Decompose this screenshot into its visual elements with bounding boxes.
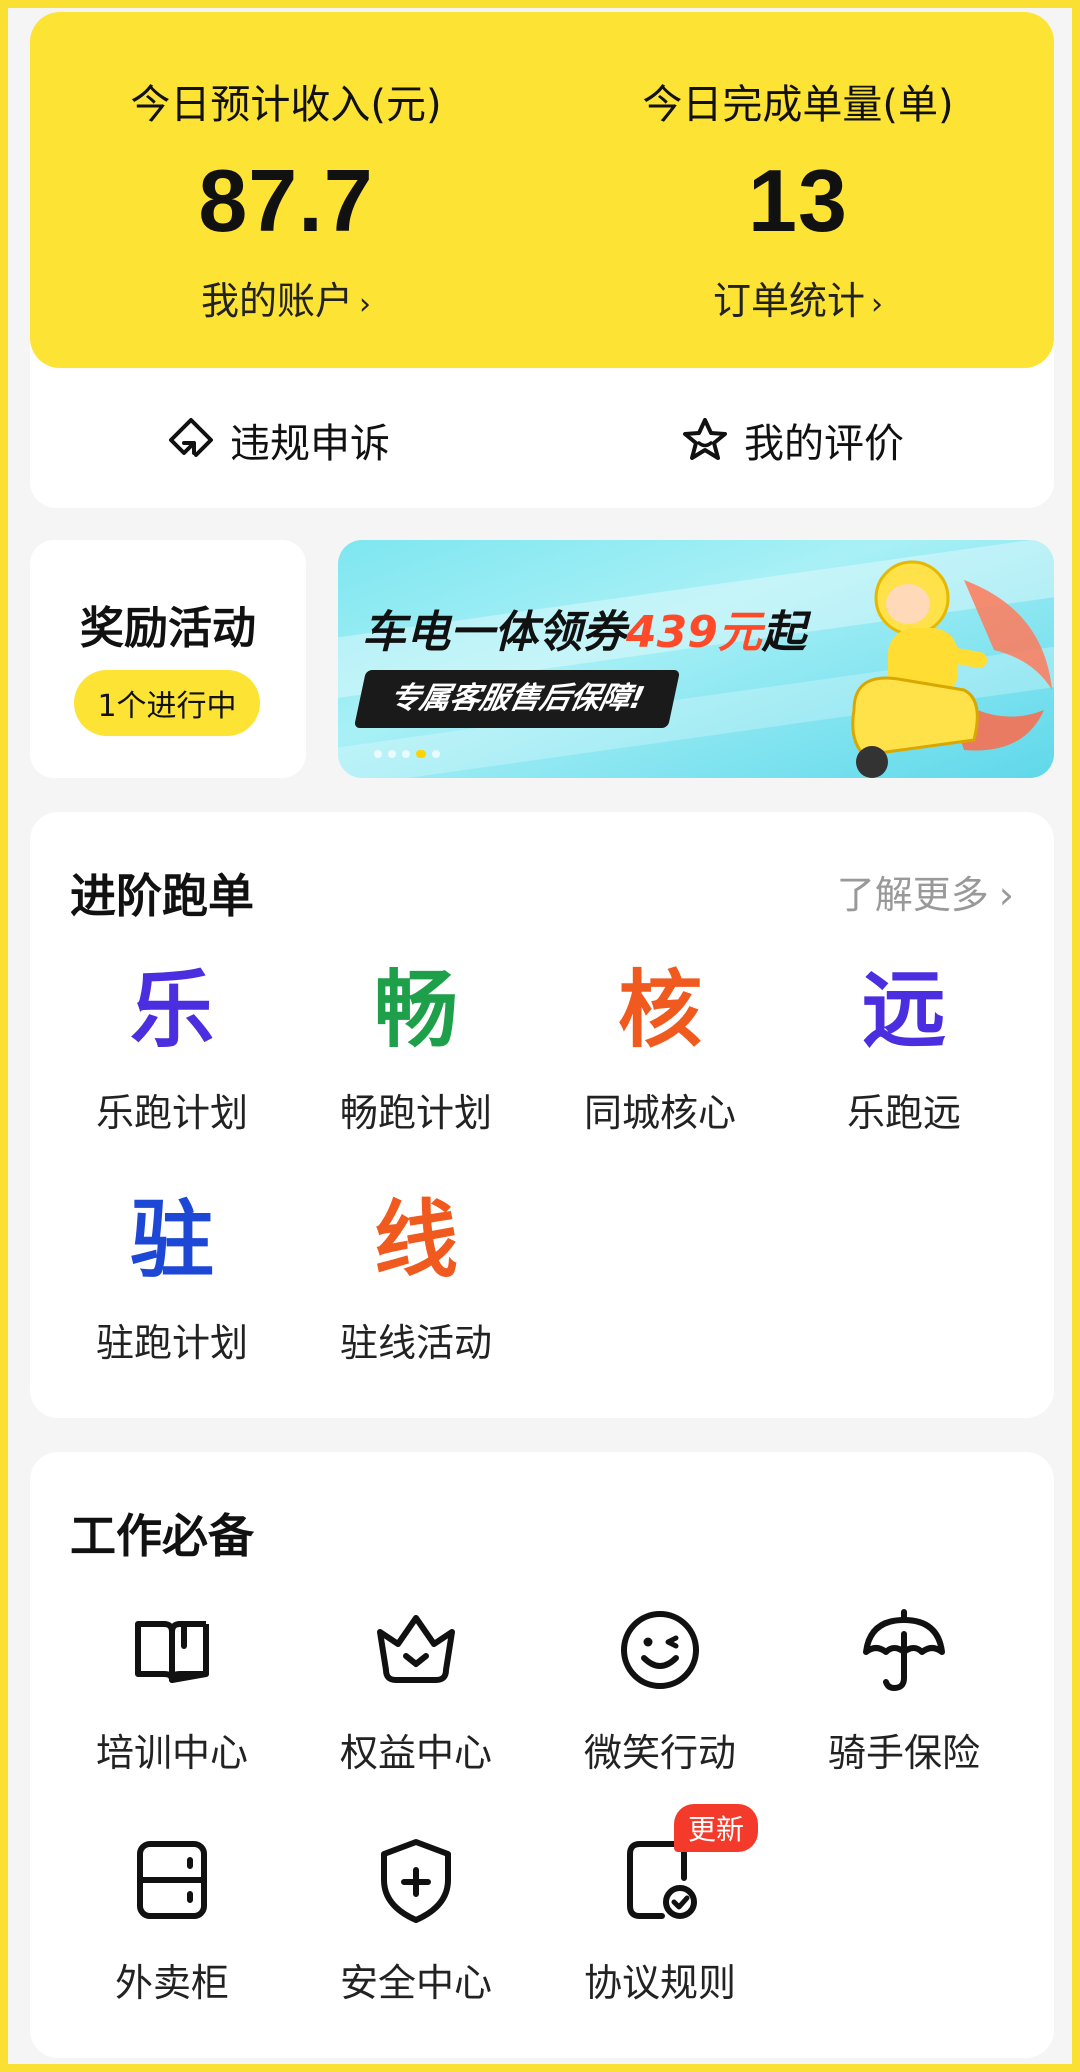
- umbrella-icon: [863, 1609, 945, 1692]
- grid-item-le-run-plan[interactable]: 乐 乐跑计划: [52, 960, 292, 1135]
- grid-item-safety-center[interactable]: 安全中心: [296, 1830, 536, 2005]
- order-stats-link[interactable]: 订单统计 ›: [542, 270, 1054, 325]
- income-stat[interactable]: 今日预计收入(元) 87.7 我的账户 ›: [30, 12, 542, 368]
- my-account-link[interactable]: 我的账户 ›: [30, 270, 542, 325]
- zhu-glyph-icon: 驻: [129, 1191, 214, 1289]
- appeal-label: 违规申诉: [230, 421, 390, 467]
- grid-item-delivery-locker[interactable]: 外卖柜: [52, 1830, 292, 2005]
- grid-item-rider-insurance[interactable]: 骑手保险: [784, 1600, 1024, 1775]
- book-icon: [135, 1621, 209, 1683]
- rider-illustration: [851, 560, 1052, 778]
- stats-card: 今日预计收入(元) 87.7 我的账户 › 今日完成单量(单) 13 订单统计 ›: [30, 12, 1054, 368]
- page-dot: [402, 750, 410, 758]
- page-dot: [432, 750, 440, 758]
- le-glyph-icon: 乐: [129, 961, 214, 1059]
- locker-icon: [137, 1841, 207, 1919]
- page-dot: [374, 750, 382, 758]
- grid-item-smile-action[interactable]: 微笑行动: [540, 1600, 780, 1775]
- shield-icon: [381, 1839, 451, 1923]
- grid-item-agreement-rules[interactable]: 协议规则 更新: [540, 1804, 780, 2005]
- grid-item-chang-run-plan[interactable]: 畅 畅跑计划: [296, 960, 536, 1135]
- grid-item-city-core[interactable]: 核 同城核心: [540, 960, 780, 1135]
- evaluation-button[interactable]: 我的评价: [680, 410, 904, 470]
- banner-title-highlight: 439元: [626, 607, 762, 658]
- work-essentials-section: 工作必备 培训中心 权益中心 微笑行动 骑手保险 外卖柜 安全中心 协议规则 更…: [30, 1452, 1054, 2058]
- grid-item-label: 乐跑远: [846, 1091, 961, 1135]
- banner-title: 车电一体领券439元起: [362, 596, 806, 660]
- grid-item-station-line-activity[interactable]: 线 驻线活动: [296, 1190, 536, 1365]
- grid-item-label: 驻跑计划: [95, 1321, 248, 1365]
- grid-item-le-run-far[interactable]: 远 乐跑远: [784, 960, 1024, 1135]
- star-icon: [683, 418, 727, 460]
- smile-icon: [621, 1611, 699, 1689]
- grid-item-training-center[interactable]: 培训中心: [52, 1600, 292, 1775]
- appeal-button[interactable]: 违规申诉: [166, 410, 390, 470]
- diamond-arrow-icon: [169, 418, 213, 457]
- grid-item-label: 权益中心: [339, 1731, 492, 1775]
- xian-glyph-icon: 线: [373, 1191, 458, 1289]
- income-value: 87.7: [198, 151, 374, 250]
- promo-banner[interactable]: 车电一体领券439元起 专属客服售后保障!: [338, 540, 1054, 778]
- income-label: 今日预计收入(元): [130, 82, 442, 128]
- order-stats-label: 订单统计: [712, 279, 865, 323]
- section-title: 进阶跑单: [70, 869, 254, 923]
- grid-item-label: 畅跑计划: [339, 1091, 492, 1135]
- section-title: 工作必备: [70, 1509, 254, 1563]
- chevron-right-icon: ›: [359, 287, 371, 322]
- learn-more-link[interactable]: 了解更多 ›: [837, 864, 1014, 919]
- advanced-running-section: 进阶跑单 了解更多 › 乐 乐跑计划 畅 畅跑计划 核 同城核心 远 乐跑远 驻 …: [30, 812, 1054, 1418]
- orders-value: 13: [748, 151, 848, 250]
- crown-icon: [377, 1615, 455, 1683]
- grid-item-label: 外卖柜: [114, 1961, 229, 2005]
- reward-title: 奖励活动: [80, 603, 256, 654]
- grid-item-label: 安全中心: [339, 1961, 492, 2005]
- chang-glyph-icon: 畅: [373, 961, 458, 1059]
- banner-pagination: [374, 750, 440, 758]
- chevron-right-icon: ›: [871, 287, 883, 322]
- grid-item-label: 乐跑计划: [95, 1091, 248, 1135]
- he-glyph-icon: 核: [617, 961, 702, 1059]
- page-dot: [388, 750, 396, 758]
- reward-card[interactable]: 奖励活动 1个进行中: [30, 540, 306, 778]
- grid-item-label: 骑手保险: [827, 1731, 980, 1775]
- grid-item-station-run-plan[interactable]: 驻 驻跑计划: [52, 1190, 292, 1365]
- yuan-glyph-icon: 远: [861, 961, 946, 1059]
- chevron-right-icon: ›: [998, 873, 1014, 917]
- grid-item-benefits-center[interactable]: 权益中心: [296, 1600, 536, 1775]
- grid-item-label: 同城核心: [583, 1091, 736, 1135]
- orders-label: 今日完成单量(单): [642, 82, 954, 128]
- learn-more-label: 了解更多: [836, 873, 989, 917]
- orders-stat[interactable]: 今日完成单量(单) 13 订单统计 ›: [542, 12, 1054, 368]
- my-account-label: 我的账户: [200, 279, 353, 323]
- grid-item-label: 协议规则: [583, 1961, 736, 2005]
- page-dot-active: [416, 750, 426, 758]
- banner-subtitle: 专属客服售后保障!: [353, 670, 680, 728]
- reward-status-badge: 1个进行中: [74, 670, 260, 736]
- grid-item-label: 驻线活动: [339, 1321, 492, 1365]
- grid-item-label: 微笑行动: [583, 1731, 736, 1775]
- banner-title-prefix: 车电一体领券: [362, 607, 626, 658]
- update-badge: 更新: [674, 1804, 759, 1852]
- grid-item-label: 培训中心: [95, 1731, 248, 1775]
- evaluation-label: 我的评价: [744, 421, 904, 467]
